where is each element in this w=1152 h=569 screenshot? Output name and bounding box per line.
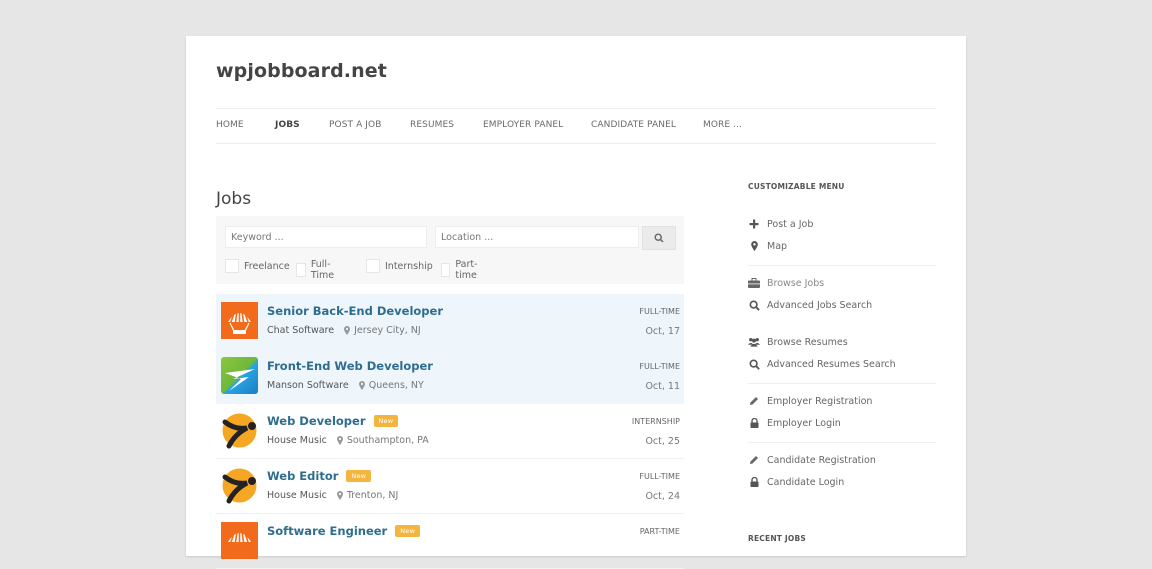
sidebar-item-employer-login[interactable]: Employer Login bbox=[748, 417, 841, 429]
filter-label: Internship bbox=[385, 260, 433, 272]
location-input[interactable] bbox=[435, 226, 639, 248]
page-container: wpjobboard.net Home Jobs Post a Job Resu… bbox=[186, 36, 966, 569]
map-marker-icon bbox=[750, 241, 758, 251]
orange-parachute-logo bbox=[221, 522, 258, 559]
job-location: Southampton, PA bbox=[346, 435, 429, 446]
pencil-icon bbox=[750, 456, 758, 464]
job-row[interactable]: Front-End Web Developer Manson Software … bbox=[216, 349, 684, 404]
lock-icon bbox=[750, 477, 758, 487]
company-name: House Music bbox=[267, 490, 327, 501]
company-name: Chat Software bbox=[267, 325, 335, 336]
orange-circle-figure-logo bbox=[222, 413, 257, 449]
nav-more[interactable]: More ... bbox=[703, 120, 742, 130]
divider bbox=[748, 383, 936, 384]
filter-label: Freelance bbox=[244, 260, 290, 272]
nav-resumes[interactable]: Resumes bbox=[410, 120, 454, 130]
job-date: Oct, 11 bbox=[645, 381, 680, 392]
divider bbox=[748, 442, 936, 443]
nav-post-a-job[interactable]: Post a Job bbox=[329, 120, 382, 130]
job-location: Queens, NY bbox=[368, 380, 424, 391]
sidebar-item-map[interactable]: Map bbox=[748, 240, 787, 252]
sidebar-item-browse-resumes[interactable]: Browse Resumes bbox=[748, 336, 848, 348]
job-type: Internship bbox=[631, 417, 680, 426]
sidebar-heading: Customizable Menu bbox=[748, 182, 845, 191]
orange-parachute-logo bbox=[221, 302, 258, 339]
job-type: Full-Time bbox=[639, 362, 680, 371]
nav-employer-panel[interactable]: Employer Panel bbox=[483, 120, 563, 130]
search-icon bbox=[654, 233, 664, 243]
job-title[interactable]: Senior Back-End Developer bbox=[267, 304, 443, 318]
checkbox[interactable] bbox=[366, 259, 380, 273]
job-search-form: Freelance Full-Time Internship Part-time bbox=[216, 216, 684, 284]
job-title[interactable]: Front-End Web Developer bbox=[267, 359, 433, 373]
plus-icon bbox=[749, 219, 759, 229]
nav-candidate-panel[interactable]: Candidate Panel bbox=[591, 120, 676, 130]
map-marker-icon bbox=[336, 436, 343, 445]
sidebar-item-candidate-registration[interactable]: Candidate Registration bbox=[748, 454, 876, 466]
job-date: Oct, 17 bbox=[645, 326, 680, 337]
search-icon bbox=[748, 299, 760, 311]
filter-internship[interactable]: Internship bbox=[366, 259, 433, 273]
sidebar-item-advanced-jobs-search[interactable]: Advanced Jobs Search bbox=[748, 299, 872, 311]
sidebar-item-advanced-resumes-search[interactable]: Advanced Resumes Search bbox=[748, 358, 896, 370]
job-title[interactable]: Web Editor New bbox=[267, 469, 372, 483]
job-title[interactable]: Software Engineer New bbox=[267, 524, 420, 538]
job-row[interactable]: Senior Back-End Developer Chat Software … bbox=[216, 294, 684, 349]
filter-full-time[interactable]: Full-Time bbox=[296, 259, 338, 281]
company-name: House Music bbox=[267, 435, 327, 446]
search-icon bbox=[748, 358, 760, 370]
sidebar-item-candidate-login[interactable]: Candidate Login bbox=[748, 476, 844, 488]
map-marker-icon bbox=[344, 326, 351, 335]
filter-label: Part-time bbox=[455, 259, 478, 281]
job-type: Full-Time bbox=[639, 472, 680, 481]
nav-jobs[interactable]: Jobs bbox=[275, 120, 300, 130]
job-row[interactable]: Web Editor New House Music Trenton, NJ Fu… bbox=[216, 459, 684, 514]
divider bbox=[748, 265, 936, 266]
pencil-icon bbox=[750, 397, 758, 405]
sidebar-item-employer-registration[interactable]: Employer Registration bbox=[748, 395, 872, 407]
site-title[interactable]: wpjobboard.net bbox=[216, 60, 387, 82]
job-location: Trenton, NJ bbox=[346, 490, 399, 501]
main-nav: Home Jobs Post a Job Resumes Employer Pa… bbox=[216, 108, 936, 144]
job-list: Senior Back-End Developer Chat Software … bbox=[216, 294, 684, 569]
filter-part-time[interactable]: Part-time bbox=[441, 259, 482, 281]
new-badge: New bbox=[373, 415, 399, 427]
job-date: Oct, 24 bbox=[645, 491, 680, 502]
filter-label: Full-Time bbox=[310, 259, 335, 281]
checkbox[interactable] bbox=[296, 263, 306, 277]
job-type: Full-Time bbox=[639, 307, 680, 316]
map-marker-icon bbox=[336, 491, 343, 500]
briefcase-icon bbox=[748, 278, 760, 288]
lock-icon bbox=[750, 418, 758, 428]
search-button[interactable] bbox=[642, 226, 676, 250]
sidebar-item-browse-jobs[interactable]: Browse Jobs bbox=[748, 277, 824, 289]
job-date: Oct, 25 bbox=[645, 436, 680, 447]
job-title[interactable]: Web Developer New bbox=[267, 414, 399, 428]
sidebar-item-post-a-job[interactable]: Post a Job bbox=[748, 218, 813, 230]
new-badge: New bbox=[395, 525, 420, 537]
map-marker-icon bbox=[358, 381, 365, 390]
job-location: Jersey City, NJ bbox=[354, 325, 421, 336]
checkbox[interactable] bbox=[225, 259, 239, 273]
company-name: Manson Software bbox=[267, 380, 349, 391]
filter-freelance[interactable]: Freelance bbox=[225, 259, 290, 273]
keyword-input[interactable] bbox=[225, 226, 427, 248]
job-row[interactable]: Web Developer New House Music Southampton… bbox=[216, 404, 684, 459]
users-icon bbox=[748, 338, 760, 347]
nav-home[interactable]: Home bbox=[216, 120, 244, 130]
checkbox[interactable] bbox=[441, 263, 451, 277]
job-type: Part-Time bbox=[639, 527, 680, 536]
new-badge: New bbox=[346, 470, 372, 482]
orange-circle-figure-logo bbox=[222, 468, 257, 504]
green-blue-plane-logo bbox=[221, 357, 258, 394]
page-title: Jobs bbox=[216, 189, 252, 210]
